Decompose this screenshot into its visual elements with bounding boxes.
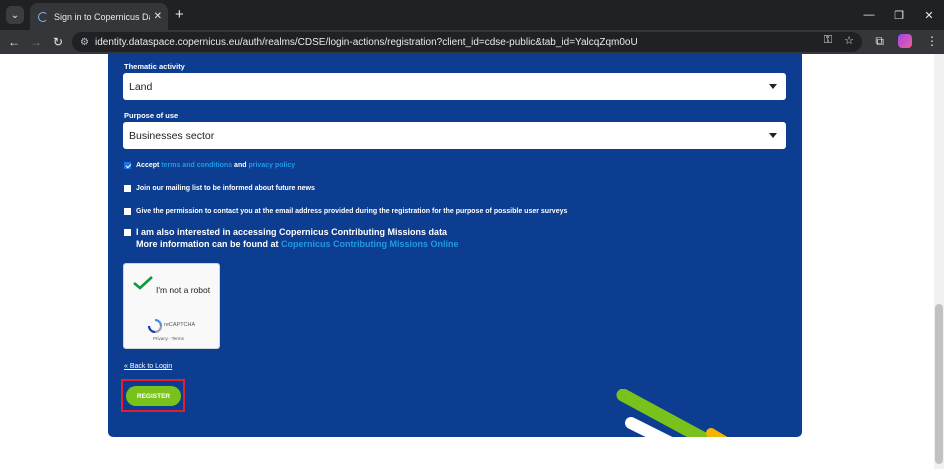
close-window-icon[interactable]: ✕ xyxy=(914,9,944,22)
privacy-policy-link[interactable]: privacy policy xyxy=(248,162,295,169)
thematic-activity-value: Land xyxy=(129,80,153,93)
tab-strip: ⌄ Sign in to Copernicus Data Spac ✕ + — … xyxy=(0,0,944,30)
extensions-icon[interactable]: ⧉ xyxy=(875,34,884,49)
back-arrow-icon[interactable]: ← xyxy=(6,34,22,50)
register-button[interactable]: REGISTER xyxy=(126,386,181,406)
accept-label: Accept xyxy=(136,162,160,169)
site-info-icon[interactable]: ⚙ xyxy=(80,37,89,48)
new-tab-icon[interactable]: + xyxy=(175,6,184,24)
mailing-list-label: Join our mailing list to be informed abo… xyxy=(136,185,315,192)
registration-panel: Thematic activity Land Purpose of use Bu… xyxy=(108,54,802,437)
permission-label: Give the permission to contact you at th… xyxy=(136,208,568,215)
loading-icon xyxy=(38,11,48,22)
minimize-icon[interactable]: — xyxy=(854,9,884,21)
permission-row: Give the permission to contact you at th… xyxy=(124,208,567,215)
menu-icon[interactable]: ⋮ xyxy=(926,34,938,49)
contributing-missions-link[interactable]: Copernicus Contributing Missions Online xyxy=(281,239,459,249)
thematic-activity-select[interactable]: Land xyxy=(123,73,786,100)
reload-icon[interactable]: ↻ xyxy=(50,34,66,50)
thematic-activity-label: Thematic activity xyxy=(124,62,185,71)
recaptcha-terms[interactable]: Privacy - Terms xyxy=(153,336,184,341)
permission-checkbox[interactable] xyxy=(124,208,131,215)
browser-tab[interactable]: Sign in to Copernicus Data Spac ✕ xyxy=(30,3,168,30)
mailing-list-row: Join our mailing list to be informed abo… xyxy=(124,185,315,192)
contributing-missions-row: I am also interested in accessing Copern… xyxy=(124,227,459,249)
recaptcha-brand: reCAPTCHA xyxy=(164,322,196,328)
checkmark-icon xyxy=(133,276,153,290)
accept-terms-checkbox[interactable] xyxy=(124,162,131,169)
terms-and-conditions-link[interactable]: terms and conditions xyxy=(161,162,232,169)
address-bar[interactable]: ⚙ identity.dataspace.copernicus.eu/auth/… xyxy=(72,32,862,52)
scrollbar-thumb[interactable] xyxy=(935,304,943,464)
purpose-of-use-select[interactable]: Businesses sector xyxy=(123,122,786,149)
page-viewport: Thematic activity Land Purpose of use Bu… xyxy=(0,54,944,469)
forward-arrow-icon[interactable]: → xyxy=(28,34,44,50)
mailing-list-checkbox[interactable] xyxy=(124,185,131,192)
recaptcha-label: I'm not a robot xyxy=(156,285,211,295)
back-to-login-link[interactable]: « Back to Login xyxy=(124,363,172,370)
accept-terms-row: Accept terms and conditions and privacy … xyxy=(124,162,295,169)
recaptcha-widget[interactable]: I'm not a robot reCAPTCHA Privacy - Term… xyxy=(123,263,220,349)
restore-icon[interactable]: ❐ xyxy=(884,9,914,22)
page-scrollbar[interactable] xyxy=(934,54,944,469)
dropdown-arrow-icon xyxy=(769,84,777,89)
more-info-label: More information can be found at xyxy=(136,239,279,249)
register-highlight-box: REGISTER xyxy=(121,379,185,412)
decorative-stripes xyxy=(616,389,728,437)
browser-toolbar: ← → ↻ ⚙ identity.dataspace.copernicus.eu… xyxy=(0,30,944,54)
profile-extension-icon[interactable] xyxy=(898,34,912,48)
window-controls: — ❐ ✕ xyxy=(854,0,944,30)
url-text[interactable]: identity.dataspace.copernicus.eu/auth/re… xyxy=(95,37,638,48)
password-key-icon[interactable]: ⚿ xyxy=(824,34,832,47)
purpose-of-use-value: Businesses sector xyxy=(129,129,215,142)
tab-title: Sign in to Copernicus Data Spac xyxy=(54,11,150,22)
close-tab-icon[interactable]: ✕ xyxy=(154,11,162,22)
contributing-missions-checkbox[interactable] xyxy=(124,228,131,236)
bookmark-star-icon[interactable]: ☆ xyxy=(844,34,854,47)
purpose-of-use-label: Purpose of use xyxy=(124,111,179,120)
contributing-missions-label: I am also interested in accessing Copern… xyxy=(136,227,448,237)
dropdown-arrow-icon xyxy=(769,133,777,138)
and-label: and xyxy=(234,162,247,169)
tab-search-icon[interactable]: ⌄ xyxy=(6,6,24,24)
recaptcha-logo-icon xyxy=(147,319,163,333)
